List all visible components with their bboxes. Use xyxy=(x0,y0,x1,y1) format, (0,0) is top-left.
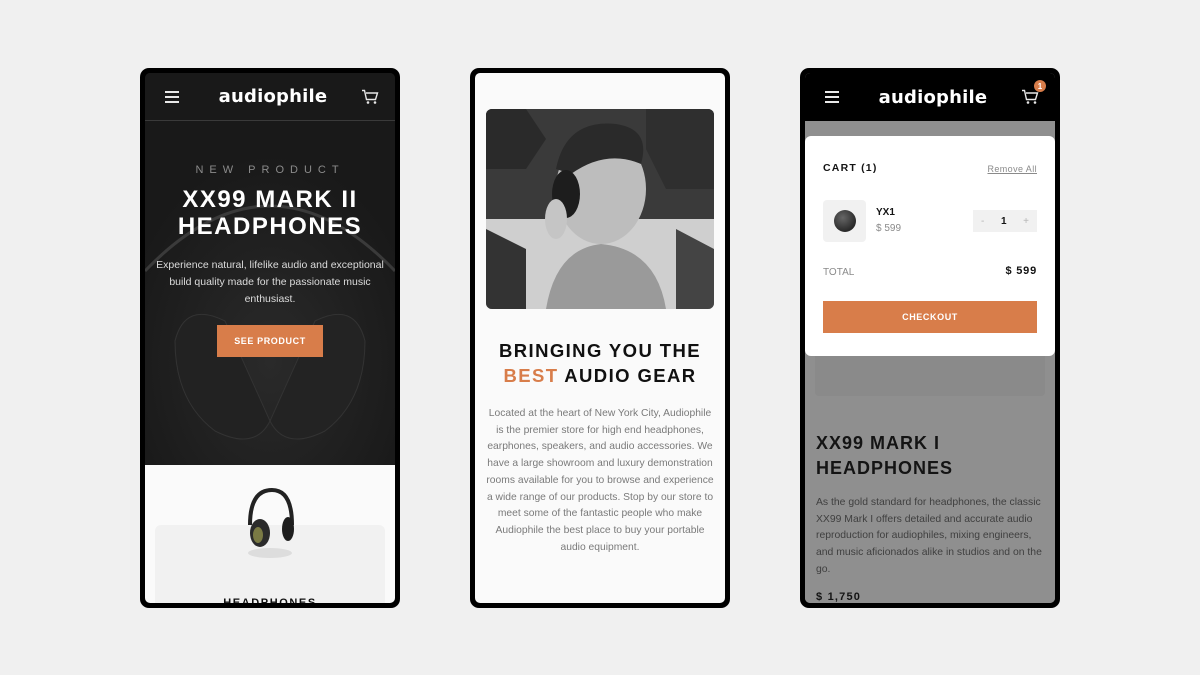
hero-description: Experience natural, lifelike audio and e… xyxy=(156,259,384,305)
hero-title-line1: XX99 MARK II xyxy=(182,186,358,213)
site-header: audiophile 1 xyxy=(805,73,1055,121)
headphones-thumbnail-image xyxy=(248,487,294,558)
product-title-line2: HEADPHONES xyxy=(816,458,954,478)
cart-button[interactable]: 1 xyxy=(1021,80,1046,105)
product-title: XX99 MARK I HEADPHONES xyxy=(816,431,953,481)
site-header: audiophile xyxy=(145,73,395,121)
hamburger-icon[interactable] xyxy=(165,90,179,103)
home-screen: audiophile NEW PRODUCT XX99 MARK II HEAD… xyxy=(145,73,395,603)
phone-cart-screen: XX99 MARK I HEADPHONES As the gold stand… xyxy=(800,68,1060,608)
quantity-stepper: - 1 + xyxy=(973,210,1037,232)
cart-icon xyxy=(1021,89,1039,104)
checkout-button[interactable]: CHECKOUT xyxy=(823,301,1037,333)
about-heading: BRINGING YOU THE BEST AUDIO GEAR xyxy=(475,338,725,388)
dimmed-product-image xyxy=(815,351,1045,396)
hero-eyebrow: NEW PRODUCT xyxy=(195,164,345,176)
cart-title: CART (1) xyxy=(823,162,878,174)
cart-item-price: $ 599 xyxy=(876,223,902,234)
product-title-line1: XX99 MARK I xyxy=(816,433,941,453)
about-heading-line2: BEST AUDIO GEAR xyxy=(475,363,725,388)
total-label: TOTAL xyxy=(823,267,855,278)
phone-home-screen: audiophile NEW PRODUCT XX99 MARK II HEAD… xyxy=(140,68,400,608)
increment-button[interactable]: + xyxy=(1023,216,1029,227)
phone-about-screen: BRINGING YOU THE BEST AUDIO GEAR Located… xyxy=(470,68,730,608)
hero-title-line2: HEADPHONES xyxy=(177,213,363,240)
product-description: As the gold standard for headphones, the… xyxy=(816,497,1042,575)
see-product-button[interactable]: SEE PRODUCT xyxy=(217,325,323,357)
earbuds-image xyxy=(834,210,856,232)
hero-title: XX99 MARK II HEADPHONES xyxy=(145,186,395,240)
hamburger-icon[interactable] xyxy=(825,91,839,103)
logo[interactable]: audiophile xyxy=(879,87,988,108)
remove-all-link[interactable]: Remove All xyxy=(987,164,1037,174)
cart-count-badge: 1 xyxy=(1033,80,1046,92)
decrement-button[interactable]: - xyxy=(981,216,984,227)
hero-section: NEW PRODUCT XX99 MARK II HEADPHONES Expe… xyxy=(145,121,395,465)
about-screen: BRINGING YOU THE BEST AUDIO GEAR Located… xyxy=(475,73,725,603)
about-heading-rest: AUDIO GEAR xyxy=(558,365,697,386)
quantity-value: 1 xyxy=(1000,215,1007,227)
category-headphones[interactable]: HEADPHONES xyxy=(145,465,395,603)
total-value: $ 599 xyxy=(1005,265,1037,277)
man-with-headphones-photo xyxy=(486,109,714,309)
logo[interactable]: audiophile xyxy=(219,86,328,107)
cart-screen: XX99 MARK I HEADPHONES As the gold stand… xyxy=(805,73,1055,603)
category-label: HEADPHONES xyxy=(223,597,317,603)
about-heading-line1: BRINGING YOU THE xyxy=(499,340,701,361)
cart-item-name: YX1 xyxy=(876,207,895,218)
cart-icon[interactable] xyxy=(361,89,379,105)
cart-item-thumbnail xyxy=(823,200,866,242)
about-body: Located at the heart of New York City, A… xyxy=(486,408,714,553)
cart-modal: CART (1) Remove All YX1 $ 599 - 1 + TOTA… xyxy=(805,136,1055,356)
product-price: $ 1,750 xyxy=(816,591,862,603)
about-heading-accent: BEST xyxy=(503,365,559,386)
